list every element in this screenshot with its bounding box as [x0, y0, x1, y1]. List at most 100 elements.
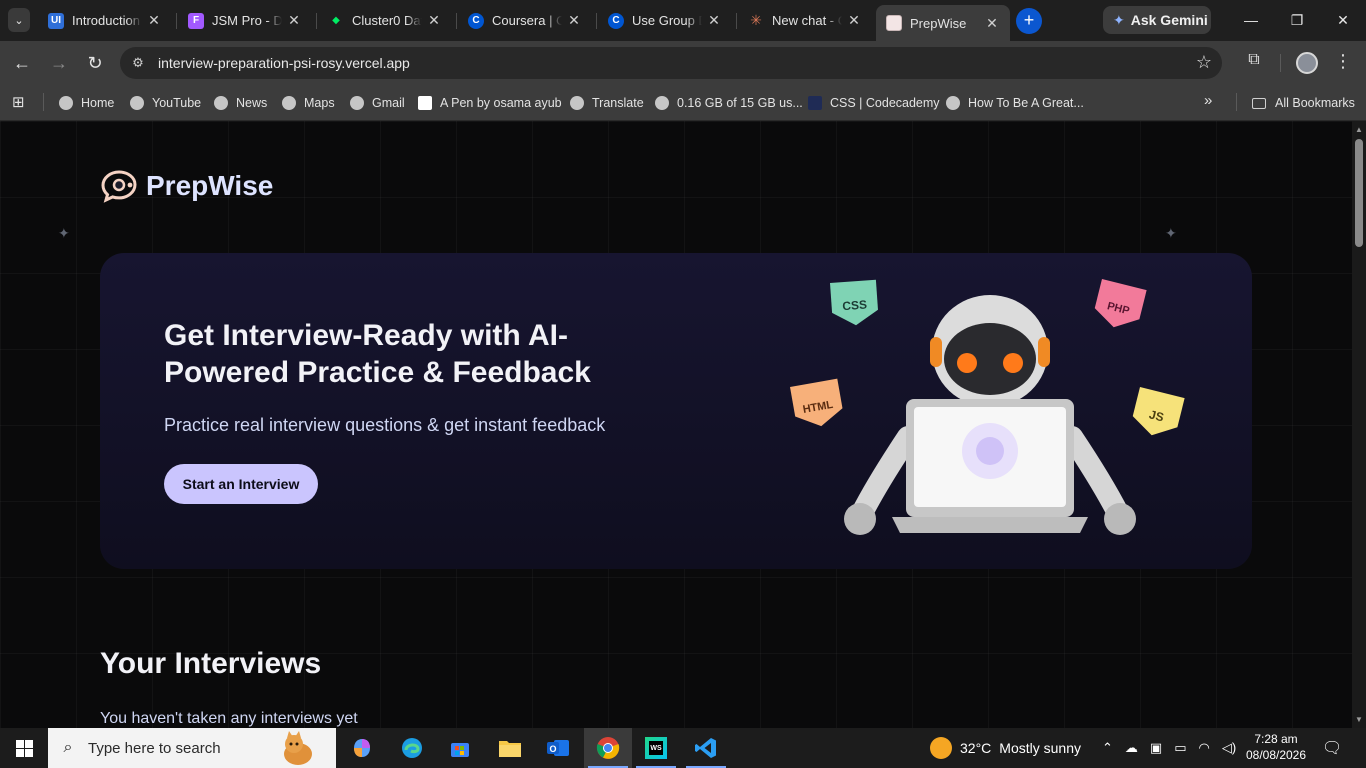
tab-separator — [736, 13, 737, 29]
figma-icon: F — [188, 12, 204, 29]
tab-search-chevron-icon[interactable]: ⌄ — [8, 8, 30, 32]
bookmark-codepen[interactable]: A Pen by osama ayub — [418, 93, 562, 113]
tab-close-icon[interactable]: ✕ — [846, 12, 862, 29]
bookmark-label: Home — [81, 96, 115, 110]
tab-separator — [596, 13, 597, 29]
kebab-menu-icon[interactable]: ⋮ — [1334, 51, 1352, 72]
tab-title: Cluster0 Data — [352, 13, 422, 28]
tab-use-group[interactable]: C Use Group D ✕ — [598, 6, 732, 35]
php-badge: PHP — [1094, 279, 1147, 328]
tab-close-icon[interactable]: ✕ — [286, 12, 302, 29]
display-icon[interactable]: ▣ — [1150, 740, 1162, 756]
edge-browser-icon[interactable] — [388, 728, 436, 768]
tab-close-icon[interactable]: ✕ — [984, 15, 1000, 32]
weather-widget[interactable]: 32°C Mostly sunny — [930, 728, 1081, 768]
outlook-icon[interactable]: O — [534, 728, 582, 768]
tab-coursera[interactable]: C Coursera | On ✕ — [458, 6, 592, 35]
search-highlight-cat-icon — [284, 731, 312, 765]
bookmark-translate[interactable]: Translate — [570, 93, 644, 113]
tab-title: Introduction — [72, 13, 140, 28]
bookmarks-separator — [43, 93, 44, 111]
css-badge: CSS — [830, 279, 878, 326]
weather-condition: Mostly sunny — [999, 740, 1081, 756]
hero-subtitle: Practice real interview questions & get … — [164, 415, 606, 435]
css-badge-label: CSS — [842, 297, 868, 313]
tab-close-icon[interactable]: ✕ — [146, 12, 162, 29]
bookmark-storage[interactable]: 0.16 GB of 15 GB us... — [655, 93, 803, 113]
coursera-icon: C — [608, 12, 624, 29]
codecademy-icon — [808, 96, 822, 110]
chrome-icon[interactable] — [584, 728, 632, 768]
ask-gemini-button[interactable]: ✦ Ask Gemini — [1103, 6, 1211, 34]
tab-close-icon[interactable]: ✕ — [426, 12, 442, 29]
chat-bubble-logo-icon — [101, 170, 137, 203]
webstorm-icon[interactable]: WS — [632, 728, 680, 768]
globe-icon — [214, 96, 228, 110]
bookmark-label: A Pen by osama ayub — [440, 96, 562, 110]
scroll-up-arrow-icon[interactable]: ▲ — [1355, 125, 1363, 134]
onedrive-cloud-icon[interactable]: ☁ — [1125, 740, 1138, 756]
scroll-down-arrow-icon[interactable]: ▼ — [1355, 715, 1363, 724]
bookmark-star-icon[interactable]: ☆ — [1196, 52, 1212, 73]
tab-close-icon[interactable]: ✕ — [566, 12, 582, 29]
extensions-puzzle-icon[interactable]: ⧉ — [1243, 51, 1265, 73]
globe-icon — [282, 96, 296, 110]
codepen-icon — [418, 96, 432, 110]
taskbar-search-box[interactable]: ⌕ Type here to search — [48, 728, 336, 768]
restore-icon[interactable]: ❐ — [1274, 0, 1320, 40]
more-bookmarks-chevron-icon[interactable]: » — [1204, 92, 1212, 109]
tab-introduction[interactable]: UI Introduction ✕ — [38, 6, 172, 35]
taskbar-clock[interactable]: 7:28 am 08/08/2026 — [1240, 731, 1312, 763]
minimize-icon[interactable]: — — [1228, 0, 1274, 40]
bookmark-codecademy[interactable]: CSS | Codecademy — [808, 93, 940, 113]
notifications-icon[interactable]: 🗨 — [1322, 728, 1342, 768]
apps-grid-icon[interactable]: ⊞ — [12, 93, 25, 111]
show-hidden-icons-chevron-icon[interactable]: ⌃ — [1102, 740, 1113, 756]
profile-avatar[interactable] — [1296, 52, 1318, 74]
no-interviews-message: You haven't taken any interviews yet — [100, 710, 358, 727]
new-tab-plus-icon[interactable]: + — [1016, 8, 1042, 34]
wifi-icon[interactable]: ◠ — [1199, 740, 1210, 756]
clock-date: 08/08/2026 — [1245, 748, 1307, 762]
bookmark-label: Gmail — [372, 96, 405, 110]
tab-title: JSM Pro - Des — [212, 13, 282, 28]
windows-start-icon[interactable] — [0, 728, 48, 768]
address-bar[interactable]: ⚙ interview-preparation-psi-rosy.vercel.… — [120, 47, 1222, 79]
tab-close-icon[interactable]: ✕ — [706, 12, 722, 29]
reload-icon[interactable]: ↻ — [83, 51, 107, 75]
microsoft-store-icon[interactable] — [436, 728, 484, 768]
taskbar-search-placeholder: Type here to search — [88, 739, 221, 757]
tab-jsm-pro[interactable]: F JSM Pro - Des ✕ — [178, 6, 312, 35]
bookmark-maps[interactable]: Maps — [282, 93, 335, 113]
scrollbar-thumb[interactable] — [1355, 139, 1363, 247]
claude-icon: ✳ — [750, 12, 762, 28]
tab-prepwise[interactable]: PrepWise ✕ — [876, 5, 1010, 41]
site-settings-icon[interactable]: ⚙ — [130, 55, 146, 71]
bookmark-how-to[interactable]: How To Be A Great... — [946, 93, 1084, 113]
battery-icon[interactable]: ▭ — [1174, 740, 1186, 756]
url-text[interactable]: interview-preparation-psi-rosy.vercel.ap… — [158, 55, 410, 71]
browser-toolbar: ← → ↻ ⚙ interview-preparation-psi-rosy.v… — [0, 41, 1366, 85]
file-explorer-icon[interactable] — [486, 728, 534, 768]
copilot-icon[interactable] — [338, 728, 386, 768]
page-scrollbar[interactable]: ▲ ▼ — [1352, 121, 1366, 728]
partly-sunny-icon — [930, 737, 952, 759]
globe-icon — [130, 96, 144, 110]
start-interview-button[interactable]: Start an Interview — [164, 464, 318, 504]
volume-icon[interactable]: ◁) — [1222, 740, 1236, 756]
html-badge: HTML — [790, 378, 843, 427]
forward-arrow-icon[interactable]: → — [47, 51, 71, 75]
tab-new-chat[interactable]: ✳ New chat - C ✕ — [738, 6, 872, 35]
tab-cluster0[interactable]: ◆ Cluster0 Data ✕ — [318, 6, 452, 35]
bookmark-news[interactable]: News — [214, 93, 267, 113]
close-window-icon[interactable]: ✕ — [1320, 0, 1366, 40]
back-arrow-icon[interactable]: ← — [10, 51, 34, 75]
bookmark-gmail[interactable]: Gmail — [350, 93, 405, 113]
brand-logo[interactable]: PrepWise — [100, 169, 273, 203]
all-bookmarks[interactable]: All Bookmarks — [1252, 93, 1355, 113]
globe-icon — [350, 96, 364, 110]
bookmark-label: How To Be A Great... — [968, 96, 1084, 110]
vscode-icon[interactable] — [682, 728, 730, 768]
bookmark-youtube[interactable]: YouTube — [130, 93, 201, 113]
bookmark-home[interactable]: Home — [59, 93, 114, 113]
